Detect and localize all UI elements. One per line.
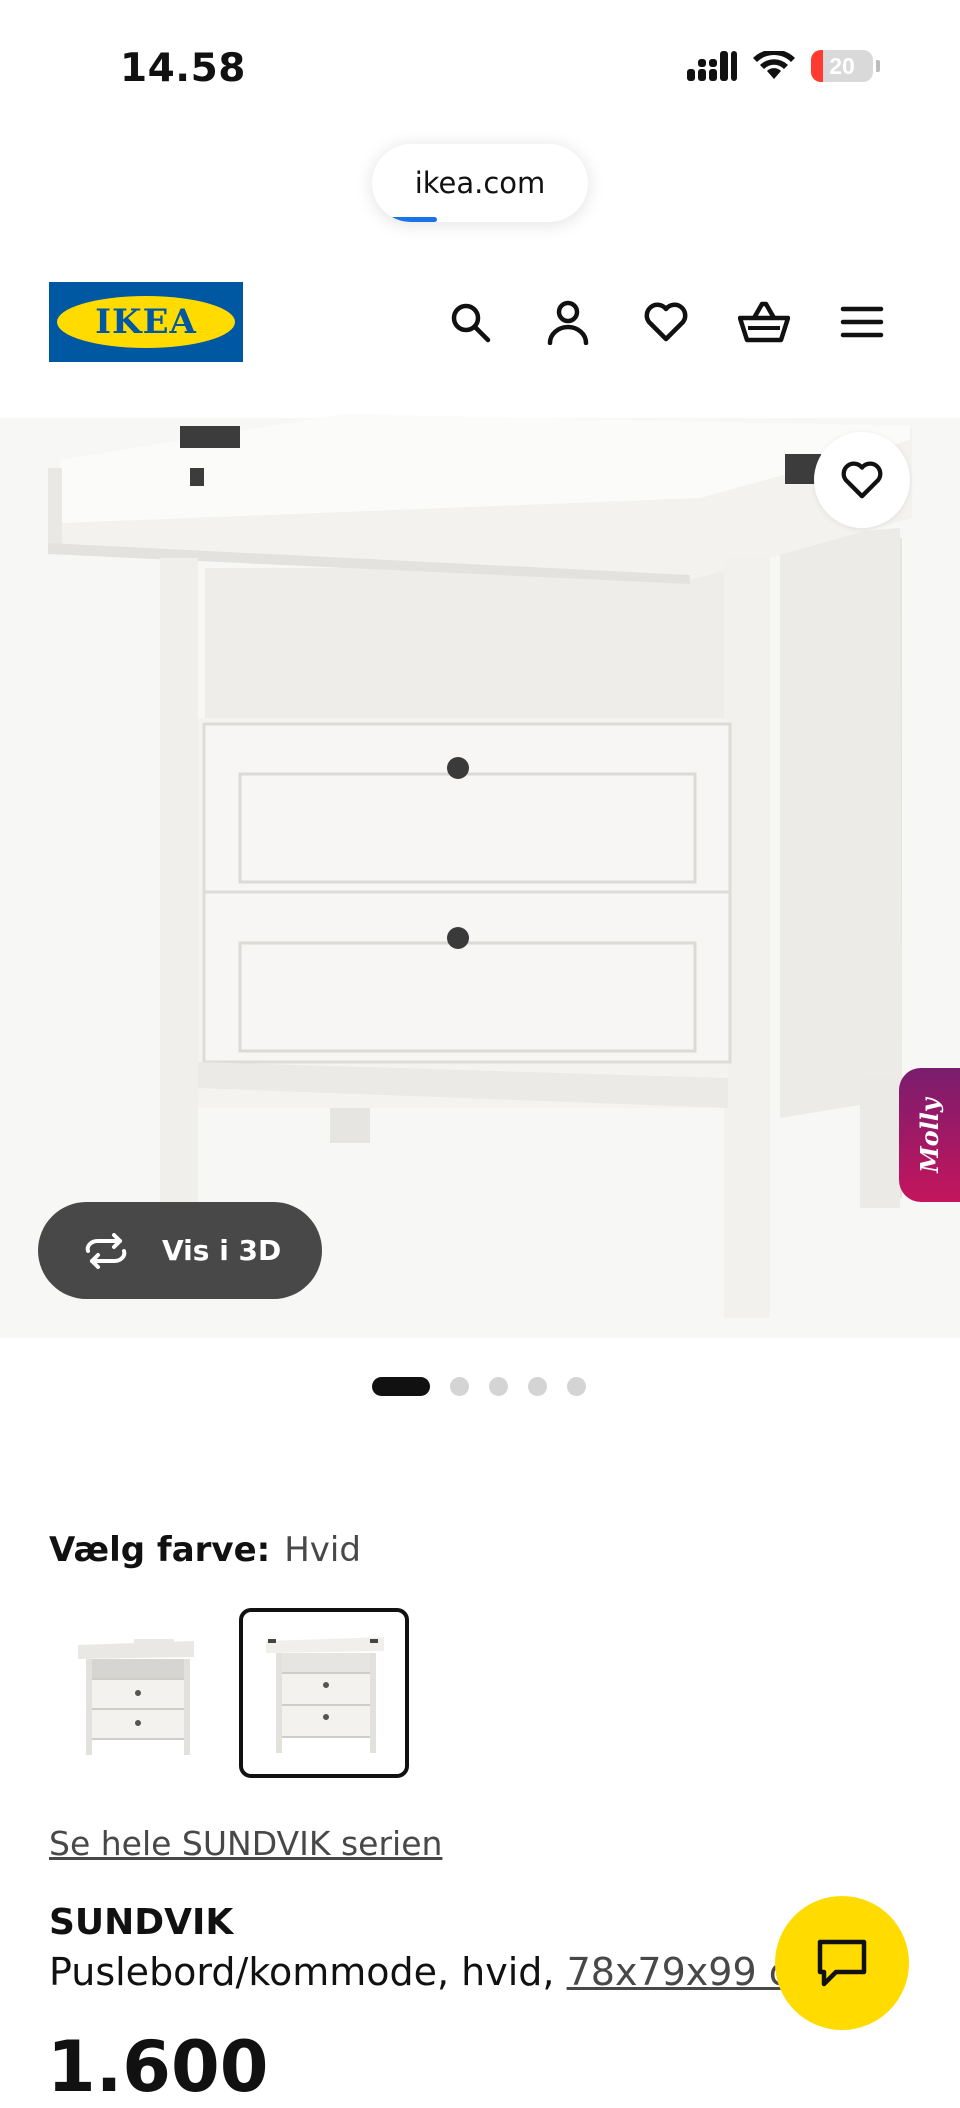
color-label: Vælg farve: [49,1530,271,1570]
color-selector-label: Vælg farve: Hvid [49,1530,361,1570]
heart-icon[interactable] [640,296,692,348]
heart-icon [841,461,883,499]
molly-label: Molly [915,1097,945,1173]
product-price: 1.600 [47,2026,269,2108]
url-bar[interactable]: ikea.com [372,144,588,222]
pagination-dot-3[interactable] [489,1377,508,1396]
view-3d-label: Vis i 3D [162,1234,282,1267]
wifi-icon [753,51,795,79]
color-option-2[interactable] [239,1608,409,1778]
signal-icon [687,51,737,81]
logo-text: IKEA [95,302,197,342]
rotate-icon [80,1231,134,1271]
product-name: SUNDVIK [49,1902,234,1943]
pagination-dot-5[interactable] [567,1377,586,1396]
basket-icon[interactable] [738,296,790,348]
page-load-progress [372,217,437,222]
battery-level: 20 [829,52,855,79]
series-link[interactable]: Se hele SUNDVIK serien [49,1824,442,1863]
molly-assistant-tab[interactable]: Molly [899,1068,960,1202]
view-3d-button[interactable]: Vis i 3D [38,1202,322,1299]
favorite-button[interactable] [814,432,910,528]
product-description: Puslebord/kommode, hvid, 78x79x99 cm [49,1950,827,1994]
pagination-dot-4[interactable] [528,1377,547,1396]
search-icon[interactable] [444,296,496,348]
pagination-dot-2[interactable] [450,1377,469,1396]
gallery-pagination [372,1377,586,1396]
status-icons: 20 [687,50,880,82]
battery-icon: 20 [811,50,873,82]
ikea-logo[interactable]: IKEA [49,282,243,362]
logo-oval: IKEA [57,296,235,348]
status-time: 14.58 [120,46,246,91]
url-text: ikea.com [414,166,546,200]
chat-button[interactable] [775,1896,909,2030]
color-option-1[interactable] [49,1608,219,1778]
menu-icon[interactable] [836,296,888,348]
chat-icon [817,1939,867,1987]
user-icon[interactable] [542,296,594,348]
color-value: Hvid [284,1530,361,1570]
battery-tip [876,60,880,72]
color-option-1-thumbnail [78,1639,194,1755]
product-type: Puslebord/kommode, hvid, [49,1950,555,1994]
pagination-dot-1[interactable] [372,1377,430,1396]
color-option-2-thumbnail [266,1637,384,1753]
